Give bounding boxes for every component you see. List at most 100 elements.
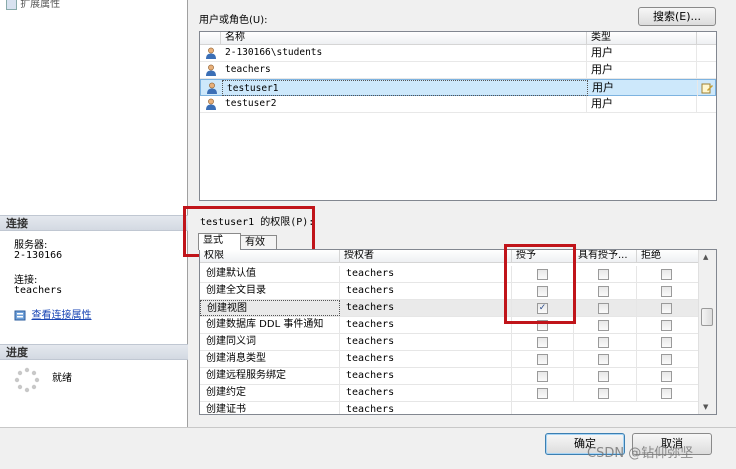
- with-grant-checkbox[interactable]: [598, 371, 609, 382]
- permission-name: 创建约定: [200, 385, 340, 401]
- permissions-grid[interactable]: 权限 授权者 授予 具有授予... 拒绝 创建默认值 teachers 创建全文…: [199, 249, 717, 415]
- with-grant-checkbox[interactable]: [598, 320, 609, 331]
- deny-checkbox[interactable]: [661, 388, 672, 399]
- watermark: CSDN @钻仰弥坚: [587, 446, 694, 461]
- permission-row-selected[interactable]: 创建视图 teachers ✓: [200, 300, 700, 317]
- deny-checkbox[interactable]: [661, 286, 672, 297]
- user-icon: [206, 98, 216, 110]
- permission-name: 创建默认值: [200, 266, 340, 282]
- connection-header: 连接: [0, 215, 188, 231]
- col-type[interactable]: 类型: [587, 32, 697, 44]
- server-value: 2-130166: [14, 250, 63, 261]
- permissions-scrollbar[interactable]: ▲ ▼: [698, 250, 716, 414]
- col-name[interactable]: 名称: [221, 32, 587, 44]
- scroll-up-icon[interactable]: ▲: [703, 253, 708, 261]
- permission-name: 创建同义词: [200, 334, 340, 350]
- col-grantor[interactable]: 授权者: [340, 250, 512, 262]
- grantor: teachers: [340, 351, 512, 367]
- with-grant-checkbox[interactable]: [598, 303, 609, 314]
- permission-row[interactable]: 创建数据库 DDL 事件通知 teachers: [200, 317, 700, 334]
- users-label: 用户或角色(U):: [199, 15, 268, 26]
- footer-divider: [0, 427, 736, 428]
- user-type: 用户: [587, 45, 697, 61]
- connection-value: teachers: [14, 285, 63, 296]
- permission-row[interactable]: 创建约定 teachers: [200, 385, 700, 402]
- permission-name: 创建消息类型: [200, 351, 340, 367]
- user-type: 用户: [587, 62, 697, 78]
- users-list[interactable]: 名称 类型 2-130166\students 用户 teachers 用户 t…: [199, 31, 717, 201]
- grantor: teachers: [340, 266, 512, 282]
- scroll-down-icon[interactable]: ▼: [703, 403, 708, 411]
- page-icon: [6, 0, 17, 10]
- properties-icon: [14, 310, 26, 321]
- grantor: teachers: [340, 402, 512, 414]
- user-name: teachers: [221, 62, 587, 78]
- grantor: teachers: [340, 334, 512, 350]
- edit-icon[interactable]: [701, 82, 713, 94]
- user-type: 用户: [587, 96, 697, 112]
- grantor: teachers: [340, 283, 512, 299]
- tab-effective[interactable]: 有效: [240, 235, 277, 250]
- user-icon: [207, 82, 217, 94]
- grantor: teachers: [340, 368, 512, 384]
- deny-checkbox[interactable]: [661, 337, 672, 348]
- deny-checkbox[interactable]: [661, 303, 672, 314]
- permission-name: 创建全文目录: [200, 283, 340, 299]
- search-button[interactable]: 搜索(E)...: [638, 7, 716, 26]
- deny-checkbox[interactable]: [661, 320, 672, 331]
- grant-checkbox[interactable]: [537, 388, 548, 399]
- left-pane: 扩展属性 连接 服务器: 2-130166 连接: teachers 查看连接属…: [0, 0, 188, 427]
- permission-row[interactable]: 创建默认值 teachers: [200, 266, 700, 283]
- user-type: 用户: [588, 80, 698, 96]
- permission-name: 创建远程服务绑定: [200, 368, 340, 384]
- permission-row[interactable]: 创建远程服务绑定 teachers: [200, 368, 700, 385]
- spinner-icon: [14, 367, 40, 393]
- grant-checkbox[interactable]: [537, 371, 548, 382]
- user-name: testuser1: [222, 80, 588, 96]
- permission-name: 创建证书: [200, 402, 340, 414]
- scroll-thumb[interactable]: [701, 308, 713, 326]
- permission-name: 创建视图: [200, 300, 340, 316]
- user-row[interactable]: 2-130166\students 用户: [200, 45, 716, 62]
- grant-checkbox[interactable]: [537, 286, 548, 297]
- grant-checkbox[interactable]: [537, 354, 548, 365]
- view-connection-properties[interactable]: 查看连接属性: [14, 306, 92, 321]
- grantor: teachers: [340, 300, 512, 316]
- user-row-selected[interactable]: testuser1 用户: [200, 79, 716, 96]
- grant-checkbox-checked[interactable]: ✓: [537, 303, 548, 314]
- col-with-grant[interactable]: 具有授予...: [574, 250, 637, 262]
- user-icon: [206, 64, 216, 76]
- user-icon: [206, 47, 216, 59]
- grant-checkbox[interactable]: [537, 269, 548, 280]
- progress-header: 进度: [0, 344, 188, 360]
- permissions-header: 权限 授权者 授予 具有授予... 拒绝: [200, 250, 700, 263]
- with-grant-checkbox[interactable]: [598, 388, 609, 399]
- user-name: 2-130166\students: [221, 45, 587, 61]
- deny-checkbox[interactable]: [661, 354, 672, 365]
- extended-properties-item[interactable]: 扩展属性: [6, 0, 60, 10]
- permission-row[interactable]: 创建同义词 teachers: [200, 334, 700, 351]
- user-row[interactable]: teachers 用户: [200, 62, 716, 79]
- permissions-label: testuser1 的权限(P):: [200, 217, 315, 228]
- grant-checkbox[interactable]: [537, 320, 548, 331]
- permission-row[interactable]: 创建证书 teachers: [200, 402, 700, 414]
- user-name: testuser2: [221, 96, 587, 112]
- permission-row[interactable]: 创建全文目录 teachers: [200, 283, 700, 300]
- grantor: teachers: [340, 317, 512, 333]
- user-row[interactable]: testuser2 用户: [200, 96, 716, 113]
- permission-name: 创建数据库 DDL 事件通知: [200, 317, 340, 333]
- grantor: teachers: [340, 385, 512, 401]
- deny-checkbox[interactable]: [661, 269, 672, 280]
- permission-row[interactable]: 创建消息类型 teachers: [200, 351, 700, 368]
- col-permission[interactable]: 权限: [200, 250, 340, 262]
- with-grant-checkbox[interactable]: [598, 354, 609, 365]
- users-header: 名称 类型: [200, 32, 716, 45]
- deny-checkbox[interactable]: [661, 371, 672, 382]
- tab-explicit[interactable]: 显式: [198, 233, 241, 250]
- with-grant-checkbox[interactable]: [598, 337, 609, 348]
- with-grant-checkbox[interactable]: [598, 286, 609, 297]
- grant-checkbox[interactable]: [537, 337, 548, 348]
- col-grant[interactable]: 授予: [512, 250, 574, 262]
- col-deny[interactable]: 拒绝: [637, 250, 700, 262]
- with-grant-checkbox[interactable]: [598, 269, 609, 280]
